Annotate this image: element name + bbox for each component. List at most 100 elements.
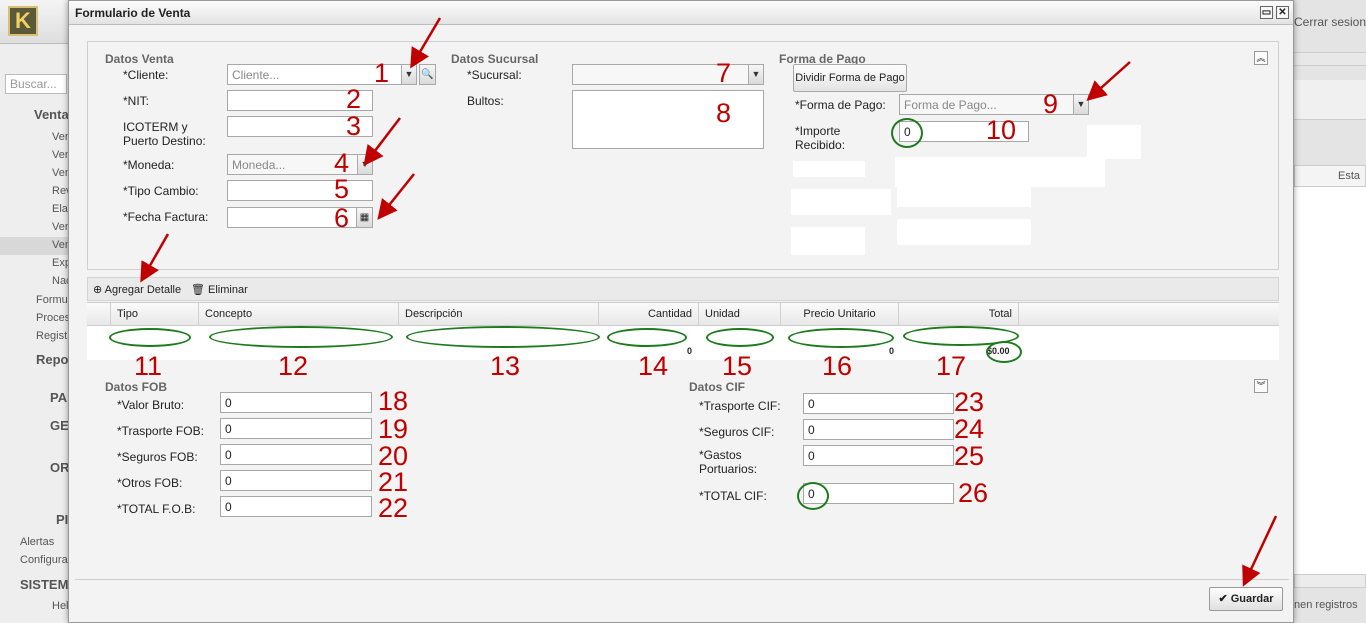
annotation-number: 12	[278, 351, 309, 381]
redacted-block	[1087, 125, 1141, 159]
tipo-cambio-field[interactable]	[227, 180, 373, 201]
fob-field-input[interactable]: 0	[220, 470, 372, 491]
maximize-icon[interactable]: ▭	[1260, 6, 1273, 19]
bultos-label: Bultos:	[467, 94, 504, 108]
sidebar-item[interactable]: Regist	[36, 330, 67, 342]
chevron-down-icon[interactable]: ▼	[401, 65, 416, 84]
col-concepto[interactable]: Concepto	[199, 303, 399, 326]
annotation-highlight	[797, 482, 829, 510]
eliminar-label: Eliminar	[208, 284, 248, 296]
cif-field-input[interactable]: 0	[803, 393, 954, 414]
sidebar-item[interactable]: Venta	[34, 107, 69, 122]
annotation-number: 8	[716, 98, 732, 128]
sidebar-item[interactable]: Ela	[52, 203, 68, 215]
collapse-top-icon[interactable]: ︽	[1254, 51, 1268, 65]
sidebar-item[interactable]: Proces	[36, 312, 70, 324]
annotation-number: 2	[346, 84, 362, 114]
calendar-icon[interactable]: ▦	[356, 207, 373, 228]
dividir-forma-pago-button[interactable]: Dividir Forma de Pago	[793, 64, 907, 92]
chevron-down-icon[interactable]: ▼	[357, 155, 372, 174]
sidebar-item[interactable]: OR	[50, 460, 70, 475]
datos-sucursal-title: Datos Sucursal	[451, 52, 539, 66]
col-total[interactable]: Total	[899, 303, 1019, 326]
fob-field-input[interactable]: 0	[220, 418, 372, 439]
footer-divider	[75, 579, 1289, 580]
annotation-highlight	[788, 328, 894, 348]
annotation-number: 22	[378, 493, 409, 523]
moneda-label: *Moneda:	[123, 158, 175, 172]
sidebar-item[interactable]: GE	[50, 418, 69, 433]
col-tipo[interactable]: Tipo	[111, 303, 199, 326]
bultos-textarea[interactable]	[572, 90, 764, 149]
app-logo: K	[8, 6, 38, 36]
sidebar-item[interactable]: Hel	[52, 600, 69, 612]
fecha-factura-label: *Fecha Factura:	[123, 210, 209, 224]
annotation-number: 9	[1043, 89, 1059, 119]
col-descripcion[interactable]: Descripción	[399, 303, 599, 326]
annotation-number: 16	[822, 351, 853, 381]
annotation-number: 1	[374, 58, 390, 88]
annotation-number: 6	[334, 203, 350, 233]
fob-field-label: *Otros FOB:	[117, 476, 183, 490]
tipo-cambio-label: *Tipo Cambio:	[123, 184, 199, 198]
check-icon: ✔	[1218, 593, 1228, 605]
guardar-button[interactable]: ✔ Guardar	[1209, 587, 1283, 611]
fob-field-input[interactable]: 0	[220, 444, 372, 465]
annotation-number: 17	[936, 351, 967, 381]
expand-bottom-icon[interactable]: ︾	[1254, 379, 1268, 393]
col-precio-unitario[interactable]: Precio Unitario	[781, 303, 899, 326]
annotation-number: 3	[346, 111, 362, 141]
agregar-detalle-label: Agregar Detalle	[104, 284, 182, 296]
sidebar-search-input[interactable]: Buscar...	[5, 74, 67, 94]
fob-field-input[interactable]: 0	[220, 496, 372, 517]
annotation-number: 25	[954, 441, 985, 471]
annotation-number: 14	[638, 351, 669, 381]
annotation-number: 7	[716, 58, 732, 88]
annotation-number: 18	[378, 386, 409, 416]
annotation-number: 5	[334, 174, 350, 204]
sidebar-item[interactable]: SISTEM	[20, 577, 68, 592]
col-unidad[interactable]: Unidad	[699, 303, 781, 326]
moneda-placeholder: Moneda...	[232, 158, 286, 172]
fob-field-input[interactable]: 0	[220, 392, 372, 413]
icoterm-label: ICOTERM y Puerto Destino:	[123, 120, 206, 148]
datos-venta-title: Datos Venta	[105, 52, 174, 66]
sidebar-item[interactable]: Alertas	[20, 536, 54, 548]
datos-fob-title: Datos FOB	[105, 380, 168, 394]
formulario-venta-dialog: Formulario de Venta ▭ ✕ ︽ Datos Venta *C…	[68, 0, 1294, 623]
fob-field-label: *Valor Bruto:	[117, 398, 185, 412]
redacted-block	[791, 227, 865, 255]
chevron-down-icon[interactable]: ▼	[1073, 95, 1088, 114]
cliente-label: *Cliente:	[123, 68, 169, 82]
nit-label: *NIT:	[123, 94, 150, 108]
redacted-block	[897, 219, 1031, 245]
redacted-block	[791, 189, 891, 215]
forma-pago-placeholder: Forma de Pago...	[904, 98, 997, 112]
redacted-block	[895, 157, 1105, 187]
fob-field-label: *TOTAL F.O.B:	[117, 502, 196, 516]
sucursal-combo[interactable]: ▼	[572, 64, 764, 85]
close-icon[interactable]: ✕	[1276, 6, 1289, 19]
sidebar-item[interactable]: PI	[56, 512, 68, 527]
sidebar-item[interactable]: Configura	[20, 554, 68, 566]
chevron-down-icon[interactable]: ▼	[748, 65, 763, 84]
annotation-number: 4	[334, 148, 350, 178]
forma-pago-combo[interactable]: Forma de Pago... ▼	[899, 94, 1089, 115]
dialog-title: Formulario de Venta	[75, 6, 191, 20]
moneda-combo[interactable]: Moneda... ▼	[227, 154, 373, 175]
annotation-number: 19	[378, 414, 409, 444]
logout-link[interactable]: Cerrar sesion	[1294, 15, 1366, 29]
agregar-detalle-button[interactable]: ⊕ Agregar Detalle	[93, 283, 181, 296]
sidebar-item[interactable]: PA	[50, 390, 67, 405]
col-cantidad[interactable]: Cantidad	[599, 303, 699, 326]
cif-field-label: *Seguros CIF:	[699, 425, 775, 439]
eliminar-button[interactable]: 🗑 Eliminar	[191, 283, 248, 296]
annotation-highlight	[891, 118, 923, 148]
cif-field-input[interactable]: 0	[803, 445, 954, 466]
annotation-number: 24	[954, 414, 985, 444]
cif-field-input[interactable]: 0	[803, 419, 954, 440]
search-icon[interactable]: 🔍	[419, 64, 436, 85]
redacted-block	[793, 161, 865, 177]
sidebar-item[interactable]: Repo	[36, 352, 69, 367]
sidebar-item[interactable]: Formu	[36, 294, 68, 306]
